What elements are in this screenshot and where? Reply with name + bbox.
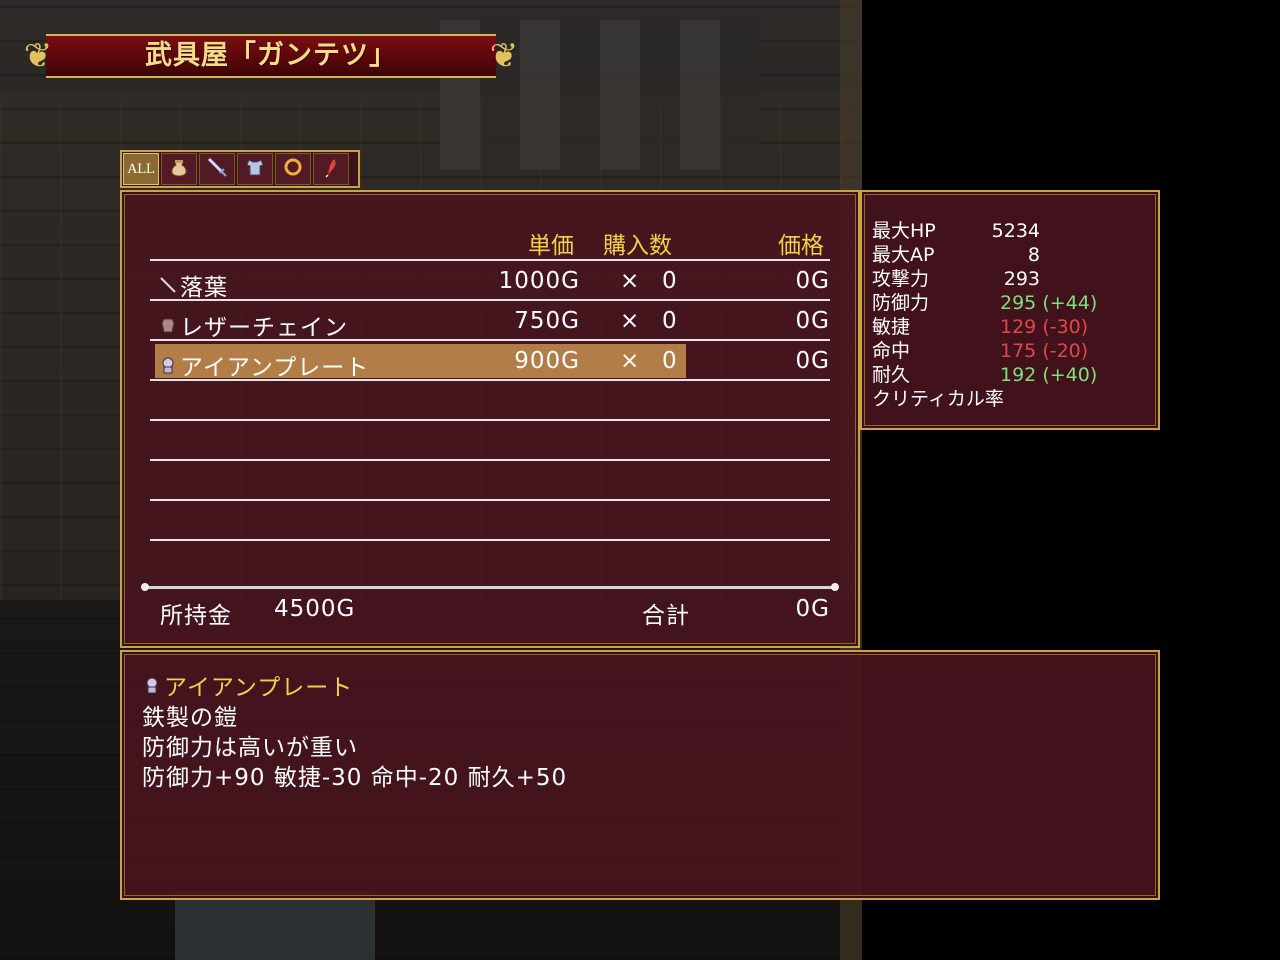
tab-armor[interactable]	[237, 153, 273, 185]
row-divider	[150, 419, 830, 421]
row-divider	[150, 539, 830, 541]
tab-weapons[interactable]	[199, 153, 235, 185]
row-divider	[150, 459, 830, 461]
header-price: 価格	[778, 233, 824, 259]
stat-row: 敏捷 129 (-30)	[872, 315, 1132, 339]
stat-value: 293	[1003, 268, 1040, 290]
stat-label: クリティカル率	[872, 388, 1004, 410]
stat-label: 耐久	[872, 364, 911, 386]
stat-row: 最大HP 5234	[872, 219, 1132, 243]
stat-label: 敏捷	[872, 316, 911, 338]
item-price: 0G	[795, 308, 830, 334]
sword-icon	[158, 275, 178, 300]
item-unit-price: 1000G	[498, 268, 580, 294]
stat-row: 命中 175 (-20)	[872, 339, 1132, 363]
stat-row: 防御力 295 (+44)	[872, 291, 1132, 315]
description-item-name-row: アイアンプレート	[142, 668, 353, 702]
item-price: 0G	[795, 348, 830, 374]
header-quantity: 購入数	[603, 233, 672, 259]
item-price: 0G	[795, 268, 830, 294]
stat-diff: (-30)	[1042, 316, 1089, 338]
category-tabs: ALL	[120, 150, 360, 188]
stat-label: 命中	[872, 340, 911, 362]
leather-armor-icon	[158, 315, 178, 340]
ring-icon	[282, 156, 304, 182]
item-name: アイアンプレート	[180, 355, 370, 381]
stat-value: 175	[1000, 340, 1037, 362]
stat-value: 192	[1000, 364, 1037, 386]
total-label: 合計	[642, 603, 690, 629]
tab-all[interactable]: ALL	[123, 153, 159, 185]
stat-row: 攻撃力 293	[872, 267, 1132, 291]
stat-row: 最大AP 8	[872, 243, 1132, 267]
list-item-selected[interactable]: アイアンプレート 900G × 0 0G	[150, 342, 830, 382]
gold-value: 4500G	[274, 596, 356, 622]
divider-endpoint	[831, 583, 839, 591]
total-value: 0G	[795, 596, 830, 622]
stat-label: 攻撃力	[872, 268, 930, 290]
row-divider	[150, 339, 830, 341]
tab-all-label: ALL	[127, 161, 155, 177]
stat-row: クリティカル率	[872, 387, 1132, 411]
header-unit-price: 単価	[528, 233, 574, 259]
row-divider	[150, 259, 830, 261]
row-divider	[150, 379, 830, 381]
stat-diff: (+44)	[1042, 292, 1098, 314]
stat-label: 最大HP	[872, 220, 936, 242]
description-line: 防御力は高いが重い	[142, 735, 358, 761]
times-sign: ×	[620, 268, 641, 294]
divider-endpoint	[141, 583, 149, 591]
description-line: 防御力+90 敏捷-30 命中-20 耐久+50	[142, 765, 568, 791]
stat-row: 耐久 192 (+40)	[872, 363, 1132, 387]
gold-label: 所持金	[160, 603, 232, 629]
stat-value: 5234	[991, 220, 1040, 242]
item-quantity: 0	[662, 268, 678, 294]
counter-area	[175, 890, 375, 960]
bag-icon	[168, 156, 190, 182]
stat-diff: (-20)	[1042, 340, 1089, 362]
sword-icon	[206, 156, 228, 182]
tab-key-items[interactable]	[313, 153, 349, 185]
list-item[interactable]: 落葉 1000G × 0 0G	[150, 262, 830, 302]
times-sign: ×	[620, 348, 641, 374]
footer-divider	[144, 586, 836, 589]
row-divider	[150, 299, 830, 301]
tab-items[interactable]	[161, 153, 197, 185]
list-item[interactable]: レザーチェイン 750G × 0 0G	[150, 302, 830, 342]
shop-title: 武具屋「ガンテツ」	[145, 40, 397, 71]
stat-value: 129	[1000, 316, 1037, 338]
plate-armor-icon	[158, 355, 178, 380]
armor-icon	[244, 156, 266, 182]
item-name: 落葉	[180, 275, 228, 301]
stat-diff: (+40)	[1042, 364, 1098, 386]
item-quantity: 0	[662, 308, 678, 334]
item-unit-price: 900G	[514, 348, 580, 374]
stat-value: 295	[1000, 292, 1037, 314]
stat-value: 8	[1027, 244, 1040, 266]
item-unit-price: 750G	[514, 308, 580, 334]
item-name: レザーチェイン	[180, 315, 348, 341]
stat-label: 最大AP	[872, 244, 935, 266]
item-quantity: 0	[662, 348, 678, 374]
row-divider	[150, 499, 830, 501]
tab-accessories[interactable]	[275, 153, 311, 185]
feather-icon	[320, 156, 342, 182]
shop-title-banner: ❦ ❦ 武具屋「ガンテツ」	[18, 30, 524, 82]
stat-label: 防御力	[872, 292, 930, 314]
times-sign: ×	[620, 308, 641, 334]
description-line: 鉄製の鎧	[142, 705, 238, 731]
